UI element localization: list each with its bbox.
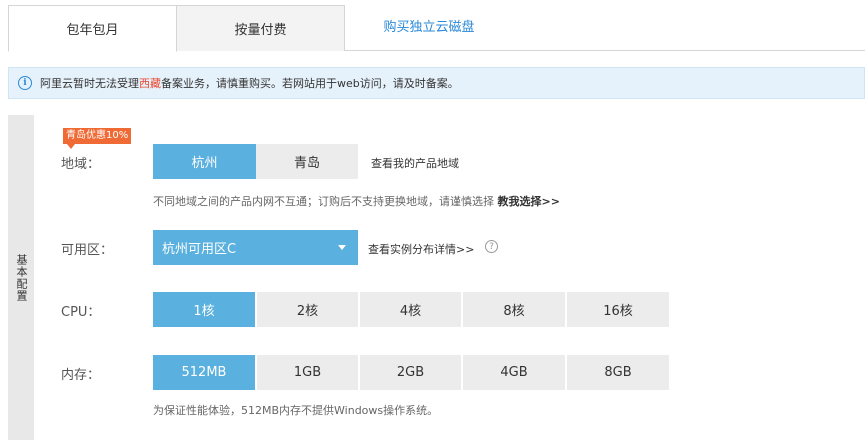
region-option-hangzhou[interactable]: 杭州 (153, 144, 256, 179)
notice-banner: i 阿里云暂时无法受理 西藏 备案业务，请慎重购买。若网站用于web访问，请及时备案… (8, 67, 865, 99)
zone-select[interactable]: 杭州可用区C (153, 230, 358, 265)
tab-pay-as-you-go[interactable]: 按量付费 (177, 5, 345, 51)
memory-option-1gb[interactable]: 1GB (257, 355, 358, 390)
region-option-qingdao[interactable]: 青岛 (256, 144, 358, 179)
cpu-label: CPU： (61, 305, 101, 320)
promo-badge: 青岛优惠10% (63, 128, 132, 149)
notice-text-after: 备案业务，请慎重购买。若网站用于web访问，请及时备案。 (161, 77, 459, 90)
memory-label: 内存： (61, 368, 101, 383)
tab-buy-cloud-disk[interactable]: 购买独立云磁盘 (345, 5, 513, 45)
info-icon: i (18, 76, 32, 90)
notice-text-before: 阿里云暂时无法受理 (40, 77, 139, 90)
cpu-option-8[interactable]: 8核 (463, 292, 565, 327)
cpu-option-16[interactable]: 16核 (567, 292, 669, 327)
region-label: 地域： (61, 157, 101, 172)
cpu-option-2[interactable]: 2核 (257, 292, 358, 327)
region-hint: 不同地域之间的产品内网不互通；订购后不支持更换地域，请谨慎选择 教我选择>> (153, 193, 560, 209)
memory-option-512mb[interactable]: 512MB (153, 355, 255, 390)
view-instance-distribution-link[interactable]: 查看实例分布详情>> (368, 241, 474, 257)
tab-subscription[interactable]: 包年包月 (8, 5, 177, 52)
teach-me-link[interactable]: 教我选择>> (498, 195, 560, 208)
memory-option-4gb[interactable]: 4GB (463, 355, 565, 390)
chevron-down-icon (338, 245, 346, 250)
basic-config-section: 基本配置 青岛优惠10% 地域： 杭州 青岛 查看我的产品地域 不同地域之间的产… (8, 115, 865, 446)
billing-tabs: 包年包月 按量付费 购买独立云磁盘 (8, 5, 865, 52)
region-hint-text: 不同地域之间的产品内网不互通；订购后不支持更换地域，请谨慎选择 (153, 195, 494, 208)
notice-highlight: 西藏 (139, 77, 161, 90)
memory-hint: 为保证性能体验，512MB内存不提供Windows操作系统。 (153, 404, 439, 417)
cpu-option-4[interactable]: 4核 (360, 292, 461, 327)
memory-option-2gb[interactable]: 2GB (360, 355, 461, 390)
zone-label: 可用区： (61, 243, 114, 258)
view-my-regions-link[interactable]: 查看我的产品地域 (371, 155, 459, 171)
section-label: 基本配置 (15, 253, 28, 302)
zone-select-value: 杭州可用区C (162, 242, 237, 257)
section-sidebar: 基本配置 (8, 115, 34, 440)
help-icon[interactable]: ? (485, 240, 498, 253)
cpu-option-1[interactable]: 1核 (153, 292, 255, 327)
memory-option-8gb[interactable]: 8GB (567, 355, 669, 390)
